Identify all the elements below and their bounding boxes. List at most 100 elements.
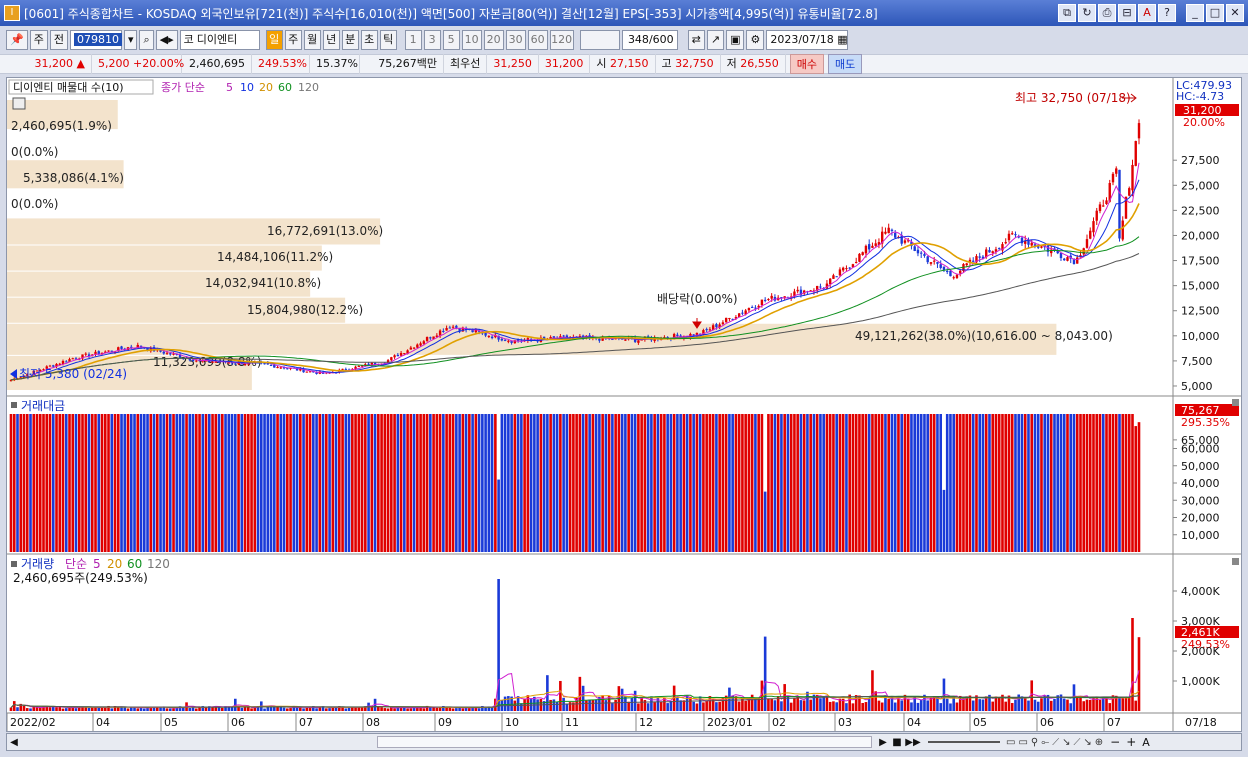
candle-body bbox=[286, 368, 289, 370]
period-tab-day[interactable]: 일 bbox=[265, 30, 283, 50]
speaker-icon[interactable]: ◀▸ bbox=[155, 30, 178, 50]
zoom-out-icon[interactable]: − bbox=[1110, 735, 1120, 749]
amount-bar bbox=[1053, 414, 1056, 552]
amount-bar bbox=[256, 414, 260, 552]
stock-chart[interactable]: 2,460,695(1.9%) 0(0.0%) 5,338,086(4.1%) … bbox=[6, 78, 1241, 731]
minimize-button[interactable]: _ bbox=[1186, 4, 1204, 22]
zoom-slider[interactable] bbox=[928, 741, 1000, 743]
amount-bar bbox=[975, 414, 978, 552]
volume-bar bbox=[1014, 699, 1017, 711]
panel-close-icon[interactable] bbox=[1232, 558, 1239, 565]
candle-body bbox=[767, 299, 770, 301]
print-icon[interactable]: ⎙ bbox=[1098, 4, 1116, 22]
quote-bar: 31,200 ▲ 5,200 +20.00% 2,460,695 249.53%… bbox=[0, 54, 1248, 74]
amount-bar bbox=[299, 414, 302, 552]
search-icon[interactable]: ⌕ bbox=[139, 30, 154, 50]
amount-bar bbox=[29, 414, 32, 552]
amount-bar bbox=[929, 414, 933, 552]
interval-60[interactable]: 60 bbox=[527, 30, 548, 50]
interval-10[interactable]: 10 bbox=[461, 30, 482, 50]
buy-button[interactable]: 매수 bbox=[789, 54, 824, 74]
candle-body bbox=[1102, 205, 1105, 207]
candle-body bbox=[396, 354, 400, 357]
stock-code-input[interactable]: 079810 bbox=[69, 30, 122, 50]
zoom-in-icon[interactable]: + bbox=[1126, 735, 1136, 749]
period-tab-tick[interactable]: 틱 bbox=[379, 30, 397, 50]
font-size-icon[interactable]: A bbox=[1142, 736, 1150, 749]
maximize-button[interactable]: □ bbox=[1206, 4, 1224, 22]
font-icon[interactable]: A bbox=[1138, 4, 1156, 22]
period-tab-week[interactable]: 주 bbox=[284, 30, 302, 50]
refresh-icon[interactable]: ↻ bbox=[1078, 4, 1096, 22]
play-icon[interactable]: ▶ bbox=[876, 737, 890, 748]
volume-ma-120: 120 bbox=[147, 557, 170, 571]
amount-bar bbox=[653, 414, 656, 552]
volume-bar bbox=[971, 700, 975, 711]
volume-bar bbox=[432, 707, 435, 711]
amount-bar bbox=[867, 414, 871, 552]
change-amount: 5,200 bbox=[98, 57, 130, 70]
volume-bar bbox=[325, 708, 328, 711]
amount-bar bbox=[103, 414, 107, 552]
chevron-down-icon[interactable]: ▾ bbox=[123, 30, 138, 50]
tool-icons[interactable]: ▭▭⚲⟜⟋↘⟋↘⊕ bbox=[1006, 737, 1106, 748]
period-tab-year[interactable]: 년 bbox=[322, 30, 340, 50]
candle-body bbox=[920, 252, 923, 254]
stock-name-field[interactable]: 코 디이엔티 bbox=[179, 30, 260, 50]
interval-1[interactable]: 1 bbox=[404, 30, 422, 50]
sell-button[interactable]: 매도 bbox=[828, 54, 863, 74]
interval-30[interactable]: 30 bbox=[505, 30, 526, 50]
volume-bar bbox=[637, 703, 640, 711]
chart-area[interactable]: 2,460,695(1.9%) 0(0.0%) 5,338,086(4.1%) … bbox=[6, 77, 1242, 732]
indicator-icon[interactable]: ↗ bbox=[706, 30, 725, 50]
amount-bar bbox=[643, 414, 647, 552]
volume-bar bbox=[347, 707, 351, 711]
close-button[interactable]: ✕ bbox=[1226, 4, 1244, 22]
horizontal-scrollbar[interactable] bbox=[377, 736, 872, 748]
interval-custom-input[interactable] bbox=[579, 30, 620, 50]
interval-3[interactable]: 3 bbox=[423, 30, 441, 50]
lock-icon[interactable]: ⊟ bbox=[1118, 4, 1136, 22]
stop-icon[interactable]: ■ bbox=[890, 737, 904, 748]
volume-bar bbox=[250, 708, 253, 711]
amount-bar bbox=[958, 414, 962, 552]
amount-bar bbox=[16, 414, 19, 552]
volume-bar bbox=[1036, 701, 1040, 711]
amount-bar bbox=[620, 414, 624, 552]
grid-toggle-icon[interactable] bbox=[12, 97, 26, 110]
interval-5[interactable]: 5 bbox=[442, 30, 460, 50]
amount-bar bbox=[204, 414, 208, 552]
period-tab-month[interactable]: 월 bbox=[303, 30, 321, 50]
prev-button[interactable]: 전 bbox=[49, 30, 68, 50]
candle-body bbox=[1134, 141, 1137, 166]
help-icon[interactable]: ? bbox=[1158, 4, 1176, 22]
amount-bar bbox=[984, 414, 988, 552]
scroll-left-icon[interactable]: ◀ bbox=[7, 737, 21, 748]
gear-icon[interactable]: ⚙ bbox=[746, 30, 765, 50]
link-icon[interactable]: ⧉ bbox=[1058, 4, 1076, 22]
interval-20[interactable]: 20 bbox=[483, 30, 504, 50]
date-input[interactable]: 2023/07/18 ▦ bbox=[766, 30, 849, 50]
volume-bar bbox=[377, 706, 380, 711]
pin-icon[interactable]: 📌 bbox=[6, 30, 28, 50]
panel-close-icon[interactable] bbox=[1232, 399, 1239, 406]
volume-bar bbox=[32, 707, 36, 711]
interval-120[interactable]: 120 bbox=[549, 30, 574, 50]
period-tab-minute[interactable]: 분 bbox=[341, 30, 359, 50]
app-icon: I bbox=[4, 5, 20, 21]
amount-bar bbox=[42, 414, 45, 552]
amount-bar bbox=[864, 414, 868, 552]
unit-select[interactable]: 주 bbox=[29, 30, 48, 50]
candle-body bbox=[1059, 253, 1063, 259]
amount-bar bbox=[107, 414, 110, 552]
volume-bar bbox=[468, 708, 471, 711]
volume-bar bbox=[198, 707, 201, 711]
count-input[interactable]: 348/600 bbox=[621, 30, 678, 50]
candle-body bbox=[624, 339, 627, 341]
amount-bar bbox=[260, 414, 263, 552]
save-icon[interactable]: ▣ bbox=[726, 30, 745, 50]
price-cell: 31,200 ▲ bbox=[0, 54, 92, 74]
fast-forward-icon[interactable]: ▶▶ bbox=[904, 737, 922, 748]
chart-settings-icon[interactable]: ⇄ bbox=[687, 30, 705, 50]
period-tab-second[interactable]: 초 bbox=[360, 30, 378, 50]
